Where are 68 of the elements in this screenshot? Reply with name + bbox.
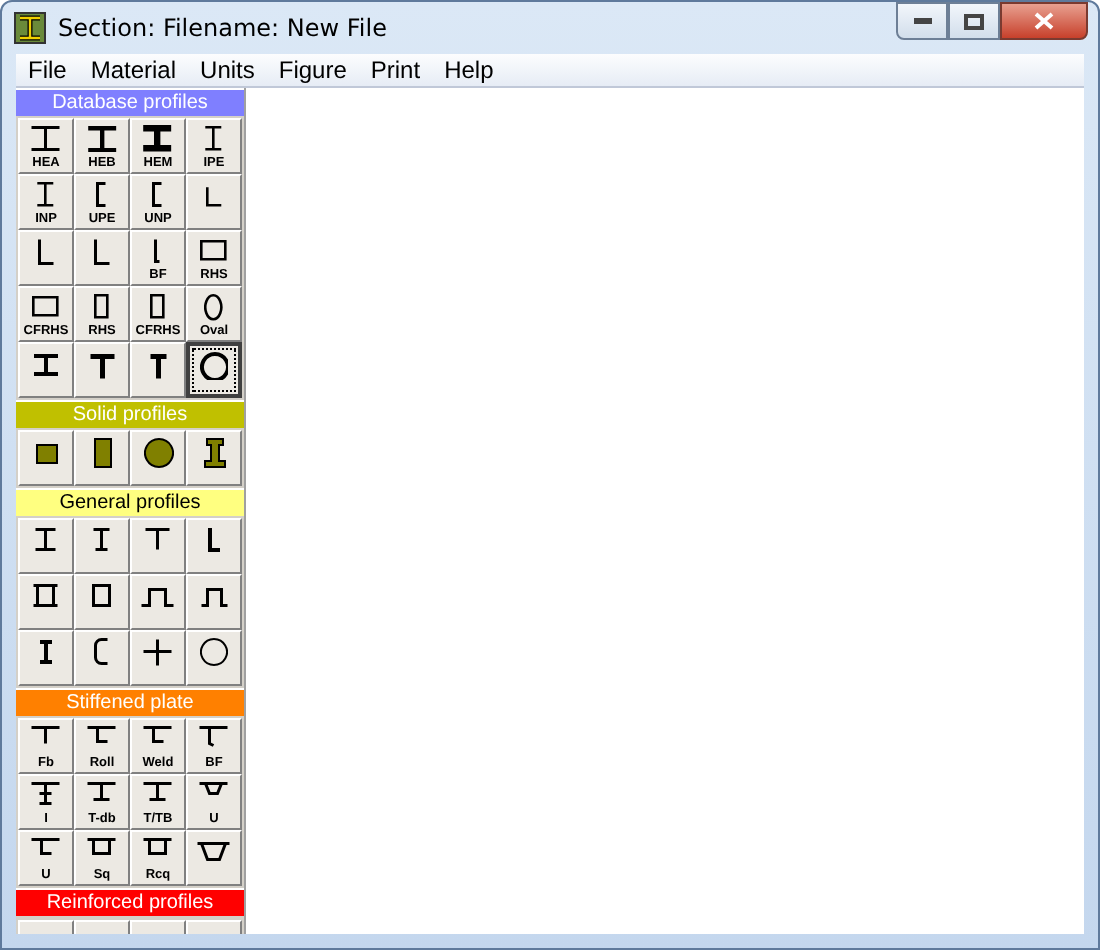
section-header: Stiffened plate (16, 688, 244, 716)
profile-icon (147, 353, 169, 381)
profile-icon (142, 726, 174, 744)
profile-icon (198, 726, 230, 748)
i-beam-icon (14, 12, 46, 44)
profile-icon (207, 526, 221, 552)
maximize-icon (964, 13, 984, 29)
profile-button[interactable] (186, 342, 242, 398)
profile-icon (92, 528, 112, 552)
menu-item[interactable]: Print (358, 56, 433, 84)
profile-icon (199, 351, 229, 381)
profile-icon (200, 638, 228, 666)
profile-icon (205, 186, 223, 208)
profile-icon (142, 838, 174, 856)
profile-icon (196, 842, 232, 862)
profile-icon (34, 528, 58, 552)
profile-icon (32, 296, 60, 318)
maximize-button[interactable] (948, 2, 1000, 40)
profile-icon (94, 638, 110, 666)
close-button[interactable] (1000, 2, 1088, 40)
section-header: General profiles (16, 488, 244, 516)
profile-icon (30, 726, 62, 746)
menu-item[interactable]: Material (78, 56, 189, 84)
menu-item[interactable]: Help (432, 56, 506, 84)
profile-icon (94, 294, 110, 320)
profile-icon (37, 238, 55, 266)
section-header: Solid profiles (16, 400, 244, 428)
profile-icon (38, 640, 54, 664)
profile-icon (92, 584, 112, 608)
profile-icon (96, 182, 108, 208)
profile-icon (204, 294, 224, 322)
profile-icon (30, 782, 62, 806)
profile-icon (30, 838, 62, 856)
profile-icon (142, 638, 174, 668)
window-title: Section: Filename: New File (58, 14, 387, 42)
profile-icon (144, 528, 172, 552)
profile-icon (150, 294, 166, 320)
profile-icon (85, 125, 119, 153)
profile-icon (93, 238, 111, 266)
menu-item[interactable]: File (16, 56, 79, 84)
profile-icon (32, 584, 60, 608)
section-header: Database profiles (16, 88, 244, 116)
profile-icon (143, 438, 173, 468)
menu-item[interactable]: Units (188, 56, 267, 84)
profile-icon (86, 838, 118, 856)
profile-icon (86, 726, 118, 744)
profile-icon (203, 437, 225, 467)
profile-icon (200, 240, 228, 262)
profile-icon (140, 588, 176, 608)
close-icon (1034, 12, 1054, 30)
profile-icon (87, 353, 117, 381)
profile-icon (152, 182, 164, 208)
profile-icon (140, 124, 176, 154)
menu-item[interactable]: Figure (266, 56, 359, 84)
profile-icon (199, 588, 229, 608)
minimize-icon (913, 18, 931, 24)
profile-icon (30, 126, 62, 152)
minimize-button[interactable] (896, 2, 948, 40)
profile-icon (86, 782, 118, 802)
profile-icon (35, 443, 57, 463)
profile-icon (204, 126, 224, 152)
profile-icon (142, 782, 174, 802)
profile-icon (154, 238, 162, 264)
profile-icon (36, 182, 56, 208)
section-header: Reinforced profiles (16, 888, 244, 916)
profile-icon (32, 354, 60, 376)
profile-icon (93, 437, 111, 467)
profile-icon (198, 782, 230, 796)
